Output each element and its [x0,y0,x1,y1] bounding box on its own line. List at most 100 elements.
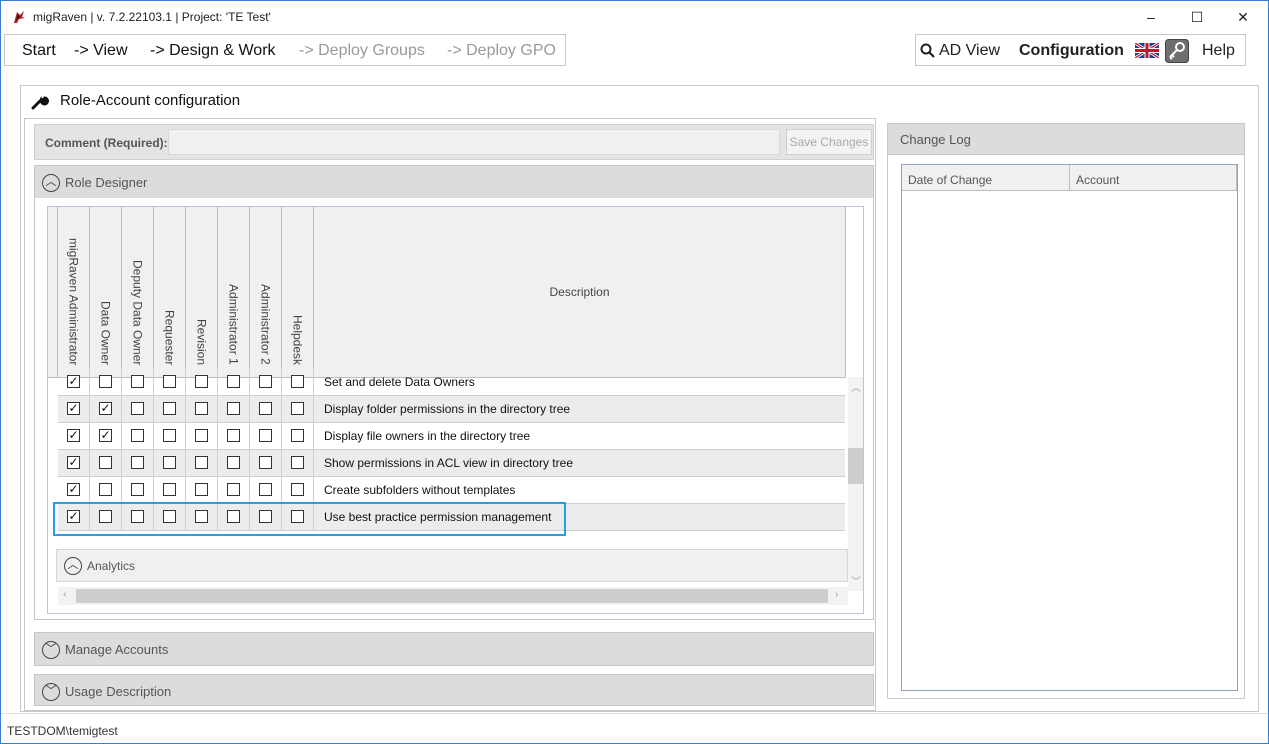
checkbox[interactable] [195,375,208,388]
ad-view-button[interactable]: AD View [939,42,1000,60]
role-grid: migRaven Administrator Data Owner Deputy… [47,206,864,614]
chevron-down-icon[interactable]: ﹀ [42,683,60,701]
checkbox[interactable] [195,483,208,496]
help-button[interactable]: Help [1202,42,1235,60]
checkbox-checked[interactable]: ✓ [67,456,80,469]
chevron-up-icon[interactable]: ︿ [42,174,60,192]
usage-description-title: Usage Description [65,684,172,699]
permission-cell: ✓ [58,369,90,395]
scroll-right-icon[interactable]: › [835,589,838,600]
col-header-requester[interactable]: Requester [154,207,186,378]
permission-cell [250,450,282,476]
permission-cell [218,423,250,449]
maximize-button[interactable]: ☐ [1174,1,1220,33]
checkbox[interactable] [131,456,144,469]
menu-deploy-groups[interactable]: -> Deploy Groups [299,42,425,60]
usage-description-header[interactable]: ﹀ Usage Description [34,674,874,706]
checkbox[interactable] [291,375,304,388]
checkbox[interactable] [227,429,240,442]
manage-accounts-header[interactable]: ﹀ Manage Accounts [34,632,874,666]
scroll-up-icon[interactable]: ︿ [851,379,861,394]
permission-cell [250,369,282,395]
col-header-deputy-data-owner[interactable]: Deputy Data Owner [122,207,154,378]
checkbox[interactable] [259,483,272,496]
checkbox-checked[interactable]: ✓ [67,402,80,415]
configuration-button[interactable]: Configuration [1019,42,1124,60]
checkbox[interactable] [291,456,304,469]
checkbox-checked[interactable]: ✓ [67,429,80,442]
checkbox[interactable] [259,402,272,415]
checkbox[interactable] [291,483,304,496]
role-designer-title: Role Designer [65,175,148,190]
checkbox[interactable] [131,375,144,388]
col-header-administrator-1[interactable]: Administrator 1 [218,207,250,378]
checkbox[interactable] [99,375,112,388]
checkbox-checked[interactable]: ✓ [67,483,80,496]
checkbox[interactable] [131,402,144,415]
menu-view[interactable]: -> View [74,42,128,60]
permission-cell [186,450,218,476]
checkbox[interactable] [259,456,272,469]
checkbox[interactable] [259,429,272,442]
right-menu: AD View Configuration Help [915,34,1246,66]
save-changes-button[interactable]: Save Changes [786,129,872,155]
checkbox[interactable] [163,429,176,442]
checkbox[interactable] [163,375,176,388]
checkbox[interactable] [163,456,176,469]
analytics-title: Analytics [87,559,136,573]
horizontal-scrollbar[interactable]: ‹ › [58,587,848,605]
checkbox[interactable] [227,456,240,469]
checkbox[interactable] [259,375,272,388]
col-header-data-owner[interactable]: Data Owner [90,207,122,378]
permission-cell [122,396,154,422]
col-header-description[interactable]: Description [314,207,846,378]
key-icon[interactable] [1165,39,1189,63]
col-account[interactable]: Account [1070,165,1237,191]
migraven-logo-icon [14,11,25,23]
checkbox[interactable] [195,402,208,415]
checkbox[interactable] [227,402,240,415]
role-designer-header[interactable]: ︿ Role Designer [34,165,874,199]
scroll-down-icon[interactable]: ﹀ [851,573,861,588]
vertical-scrollbar[interactable]: ︿ ﹀ [848,377,863,591]
menu-start[interactable]: Start [22,42,56,60]
comment-input[interactable] [168,129,780,155]
checkbox[interactable] [227,375,240,388]
checkbox[interactable] [227,483,240,496]
checkbox-checked[interactable]: ✓ [99,402,112,415]
col-header-helpdesk[interactable]: Helpdesk [282,207,314,378]
col-header-migraven-admin[interactable]: migRaven Administrator [58,207,90,378]
menu-design-work[interactable]: -> Design & Work [150,42,276,60]
col-header-revision[interactable]: Revision [186,207,218,378]
table-row: ✓ ✓ Display file owners in the directory t… [58,423,845,450]
row-description: Show permissions in ACL view in director… [324,456,573,470]
checkbox[interactable] [195,456,208,469]
checkbox[interactable] [163,483,176,496]
vertical-scroll-thumb[interactable] [848,448,863,484]
checkbox[interactable] [99,483,112,496]
close-button[interactable]: ✕ [1220,1,1266,33]
minimize-button[interactable]: – [1128,1,1174,33]
analytics-header[interactable]: ︿ Analytics [56,549,848,582]
change-log-title: Change Log [900,132,971,147]
chevron-down-icon[interactable]: ﹀ [42,641,60,659]
wrench-icon [31,95,49,110]
menu-deploy-gpo[interactable]: -> Deploy GPO [447,42,556,60]
chevron-up-icon[interactable]: ︿ [64,557,82,575]
col-label: migRaven Administrator [66,237,81,365]
horizontal-scroll-thumb[interactable] [76,589,828,603]
col-date-of-change[interactable]: Date of Change [902,165,1070,191]
checkbox[interactable] [131,483,144,496]
manage-accounts-title: Manage Accounts [65,642,169,657]
checkbox-checked[interactable]: ✓ [99,429,112,442]
checkbox[interactable] [195,429,208,442]
checkbox[interactable] [99,456,112,469]
scroll-left-icon[interactable]: ‹ [63,589,66,600]
checkbox[interactable] [291,402,304,415]
checkbox[interactable] [163,402,176,415]
checkbox[interactable] [291,429,304,442]
uk-flag-icon[interactable] [1135,43,1159,58]
checkbox-checked[interactable]: ✓ [67,375,80,388]
col-header-administrator-2[interactable]: Administrator 2 [250,207,282,378]
checkbox[interactable] [131,429,144,442]
